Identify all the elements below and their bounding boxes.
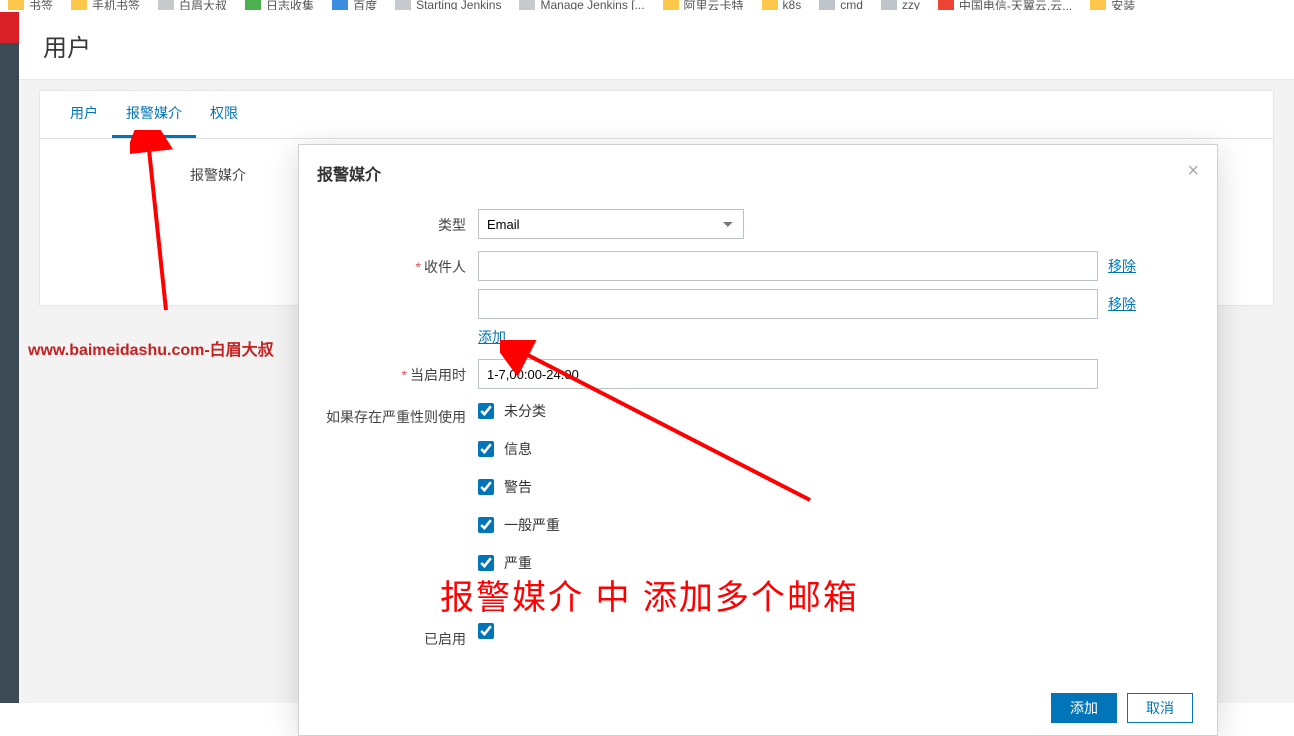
bookmark-item[interactable]: cmd	[819, 0, 863, 10]
app-icon	[245, 0, 261, 10]
remove-link-1[interactable]: 移除	[1108, 256, 1136, 276]
when-enabled-input[interactable]	[478, 359, 1098, 389]
person-icon	[158, 0, 174, 10]
bookmark-item[interactable]: 中国电信-天翼云,云...	[938, 0, 1072, 10]
file-icon	[819, 0, 835, 10]
add-recipient-link[interactable]: 添加	[478, 327, 506, 347]
severity-not-classified-checkbox[interactable]	[478, 403, 494, 419]
annotation-text: 报警媒介 中 添加多个邮箱	[440, 570, 859, 619]
modal-header: 报警媒介 ×	[299, 145, 1217, 199]
folder-icon	[762, 0, 778, 10]
severity-warning-checkbox[interactable]	[478, 479, 494, 495]
severity-average-checkbox[interactable]	[478, 517, 494, 533]
folder-icon	[663, 0, 679, 10]
label-severity: 如果存在严重性则使用	[323, 401, 478, 427]
person-icon	[395, 0, 411, 10]
app-icon	[332, 0, 348, 10]
modal-add-button[interactable]: 添加	[1051, 693, 1117, 723]
modal-footer: 添加 取消	[299, 681, 1217, 735]
enabled-checkbox[interactable]	[478, 623, 494, 639]
tab-user[interactable]: 用户	[56, 91, 112, 138]
bookmark-item[interactable]: 书签	[8, 0, 53, 10]
alert-media-modal: 报警媒介 × 类型 Email *收件人 移除 移除	[298, 144, 1218, 736]
file-icon	[881, 0, 897, 10]
app-icon	[938, 0, 954, 10]
bookmark-item[interactable]: k8s	[762, 0, 802, 10]
recipient-input-2[interactable]	[478, 289, 1098, 319]
label-enabled: 已启用	[323, 623, 478, 649]
type-select[interactable]: Email	[478, 209, 744, 239]
bookmark-item[interactable]: 百度	[332, 0, 377, 10]
bookmarks-bar: 书签 手机书签 白眉大叔 日志收集 百度 Starting Jenkins Ma…	[0, 0, 1294, 10]
modal-title: 报警媒介	[317, 161, 381, 185]
page-title: 用户	[19, 12, 1294, 80]
person-icon	[519, 0, 535, 10]
remove-link-2[interactable]: 移除	[1108, 294, 1136, 314]
watermark-text: www.baimeidashu.com-白眉大叔	[28, 336, 274, 360]
severity-high-checkbox[interactable]	[478, 555, 494, 571]
folder-icon	[71, 0, 87, 10]
recipient-input-1[interactable]	[478, 251, 1098, 281]
zabbix-logo[interactable]	[0, 12, 19, 43]
bookmark-item[interactable]: 白眉大叔	[158, 0, 227, 10]
nav-sidebar	[0, 12, 19, 703]
folder-icon	[1090, 0, 1106, 10]
tab-perm[interactable]: 权限	[196, 91, 252, 138]
bookmark-item[interactable]: Manage Jenkins [...	[519, 0, 644, 10]
label-when-enabled: *当启用时	[323, 359, 478, 385]
label-type: 类型	[323, 209, 478, 235]
close-icon[interactable]: ×	[1187, 161, 1199, 181]
bookmark-item[interactable]: 阿里云卡特	[663, 0, 744, 10]
bookmark-item[interactable]: 安装	[1090, 0, 1135, 10]
bookmark-item[interactable]: Starting Jenkins	[395, 0, 501, 10]
severity-information-checkbox[interactable]	[478, 441, 494, 457]
bookmark-item[interactable]: zzy	[881, 0, 920, 10]
tab-media[interactable]: 报警媒介	[112, 91, 196, 138]
modal-cancel-button[interactable]: 取消	[1127, 693, 1193, 723]
folder-icon	[8, 0, 24, 10]
tabs: 用户 报警媒介 权限	[40, 91, 1273, 139]
bookmark-item[interactable]: 手机书签	[71, 0, 140, 10]
bookmark-item[interactable]: 日志收集	[245, 0, 314, 10]
label-recipient: *收件人	[323, 251, 478, 277]
